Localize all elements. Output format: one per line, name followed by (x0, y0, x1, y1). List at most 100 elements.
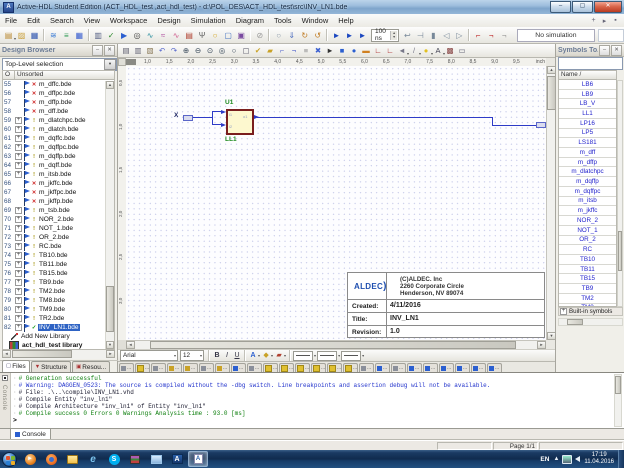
document-tab-8[interactable]: ... (247, 363, 262, 372)
file-row-m_tsb.bde[interactable]: 69+!m_tsb.bde (3, 206, 114, 215)
panel-menu-icon[interactable]: – (92, 45, 103, 56)
zoom-full-button[interactable]: ○ (228, 45, 240, 57)
menu-design[interactable]: Design (152, 16, 185, 25)
menu-help[interactable]: Help (333, 16, 358, 25)
simulation-status-combo[interactable]: No simulation (517, 29, 595, 42)
minimize-button[interactable]: – (550, 1, 571, 13)
scroll-thumb[interactable] (106, 286, 114, 332)
panel-menu-icon[interactable]: – (599, 45, 610, 56)
document-tab-15[interactable]: ... (359, 363, 374, 372)
line-style-combo[interactable] (317, 351, 337, 361)
mdi-control-icon-2[interactable]: ▪ (610, 17, 621, 25)
symbol-LB9[interactable]: LB9 (559, 90, 616, 100)
symbol-m_jkffc[interactable]: m_jkffc (559, 206, 616, 216)
symbol-m_dlatchpc[interactable]: m_dlatchpc (559, 167, 616, 177)
taskbar-windows-media-player[interactable]: ► (20, 451, 40, 467)
file-row-INV_LN1.bde[interactable]: 82+✓INV_LN1.bde (3, 323, 114, 332)
design-browser-button[interactable]: ▥ (92, 29, 105, 42)
expand-icon[interactable]: + (15, 243, 22, 250)
expand-icon[interactable]: + (15, 324, 22, 331)
wire-segment[interactable] (492, 125, 537, 126)
expand-icon[interactable]: + (15, 126, 22, 133)
document-tab-13[interactable]: ... (327, 363, 342, 372)
file-list-hscrollbar[interactable]: ◄ ► (2, 350, 115, 359)
chevron-down-icon[interactable]: ▾ (258, 353, 260, 358)
console-prompt[interactable]: > (13, 417, 612, 424)
part-button[interactable]: ▬ (360, 45, 372, 57)
file-row-TR2.bde[interactable]: 81+!TR2.bde (3, 314, 114, 323)
disconnect-button[interactable]: ¬ (288, 45, 300, 57)
expand-icon[interactable]: + (15, 225, 22, 232)
document-tab-5[interactable]: ... (199, 363, 214, 372)
check-diagram-button[interactable]: ✔ (252, 45, 264, 57)
file-row-m_jkffpc.bde[interactable]: 67✕m_jkffpc.bde (3, 188, 114, 197)
compare-button[interactable]: ≈ (157, 29, 170, 42)
file-row-TM2.bde[interactable]: 78+!TM2.bde (3, 287, 114, 296)
open-button[interactable]: ▨ (15, 29, 28, 42)
file-row-TB10.bde[interactable]: 74+!TB10.bde (3, 251, 114, 260)
symbol-button[interactable]: ■ (336, 45, 348, 57)
font-size-combo[interactable]: 12▾ (180, 350, 204, 361)
file-row-m_jkffc.bde[interactable]: 66✕m_jkffc.bde (3, 179, 114, 188)
snapshot-button[interactable]: ▣ (235, 29, 248, 42)
run-until-button[interactable]: ► (343, 29, 356, 42)
console-vscrollbar[interactable] (614, 374, 622, 427)
undo-button[interactable]: ↶ (156, 45, 168, 57)
chevron-down-icon[interactable]: ▾ (338, 353, 340, 358)
file-row-m_dff.bde[interactable]: 58✕m_dff.bde (3, 107, 114, 116)
document-tab-7[interactable]: ... (231, 363, 246, 372)
chevron-down-icon[interactable]: ▾ (271, 353, 273, 358)
scroll-thumb[interactable] (618, 231, 622, 271)
expand-icon[interactable]: + (15, 207, 22, 214)
expand-icon[interactable]: + (15, 279, 22, 286)
italic-button[interactable]: I (222, 351, 232, 361)
file-row-TM9.bde[interactable]: 80+!TM9.bde (3, 305, 114, 314)
file-row-TM8.bde[interactable]: 79+!TM8.bde (3, 296, 114, 305)
panel-close-icon[interactable]: ✕ (104, 45, 115, 56)
stamp-button[interactable]: ▩ (444, 45, 456, 57)
maximize-button[interactable]: ▢ (572, 1, 593, 13)
generate-code-button[interactable]: ▰ (264, 45, 276, 57)
file-row-NOR_2.bde[interactable]: 70+!NOR_2.bde (3, 215, 114, 224)
paste-button[interactable]: ▧ (144, 45, 156, 57)
pause-button[interactable]: ▮ (427, 29, 440, 42)
new-button[interactable]: ▤▾ (2, 29, 15, 42)
initialize-sim-button[interactable]: ○ (272, 29, 285, 42)
hidden-icons-icon[interactable]: ▲ (553, 456, 559, 462)
file-row-m_itsb.bde[interactable]: 65+!m_itsb.bde (3, 170, 114, 179)
scroll-thumb[interactable] (12, 350, 72, 358)
scroll-thumb[interactable] (150, 341, 516, 349)
expand-icon[interactable]: + (15, 144, 22, 151)
symbol-TB9[interactable]: TB9 (559, 284, 616, 294)
symbols-vsc rollbar[interactable] (617, 80, 623, 307)
chevron-down-icon[interactable]: ▾ (284, 353, 286, 358)
scroll-right-icon[interactable]: ► (106, 350, 115, 358)
run-for-button[interactable]: ► (356, 29, 369, 42)
tab-resou[interactable]: ▣Resou... (72, 361, 110, 372)
menu-tools[interactable]: Tools (269, 16, 297, 25)
trace-over-button[interactable]: ¬ (485, 29, 498, 42)
document-tab-14[interactable]: ... (343, 363, 358, 372)
symbol-NOT_1[interactable]: NOT_1 (559, 226, 616, 236)
document-tab-16[interactable]: ... (375, 363, 390, 372)
network-icon[interactable] (562, 455, 572, 464)
redo-button[interactable]: ↷ (168, 45, 180, 57)
taskbar-winrar[interactable] (125, 451, 145, 467)
menu-window[interactable]: Window (297, 16, 334, 25)
mdi-control-icon-1[interactable]: ▸ (599, 17, 610, 25)
expand-icon[interactable]: + (15, 252, 22, 259)
run-button[interactable]: ► (330, 29, 343, 42)
fub-button[interactable]: ● (348, 45, 360, 57)
expand-icon[interactable]: + (15, 234, 22, 241)
wire-segment[interactable] (257, 117, 493, 118)
taskbar-app-window[interactable] (146, 451, 166, 467)
file-row-m_dlatch.bde[interactable]: 60+!m_dlatch.bde (3, 125, 114, 134)
expand-icon[interactable]: + (15, 162, 22, 169)
zoom-area-button[interactable]: ⊙ (204, 45, 216, 57)
expand-icon[interactable]: + (15, 288, 22, 295)
zoom-fit-button[interactable]: ◎ (216, 45, 228, 57)
hierarchy-button[interactable]: Ψ (196, 29, 209, 42)
break-button[interactable]: ⊣ (414, 29, 427, 42)
compile-button[interactable]: ↻ (298, 29, 311, 42)
symbol-search-input[interactable] (558, 57, 623, 70)
